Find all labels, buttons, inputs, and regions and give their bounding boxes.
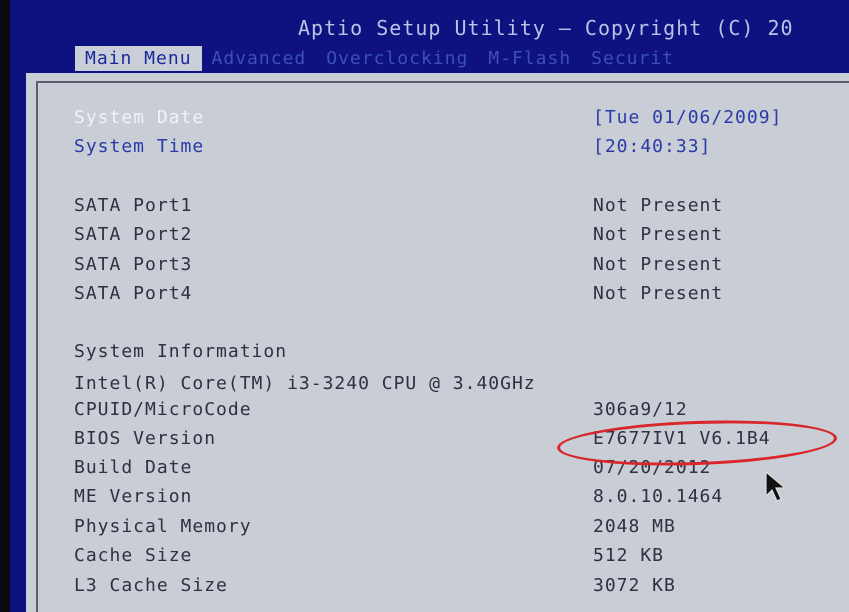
tab-bar: Main Menu Advanced Overclocking M-Flash … — [75, 44, 684, 72]
system-information-label: System Information — [74, 341, 288, 362]
system-information-row: System Information — [74, 341, 834, 369]
sata-port1-label: SATA Port1 — [74, 195, 193, 216]
sata-port4-label: SATA Port4 — [74, 283, 193, 304]
mouse-pointer-icon — [765, 470, 787, 502]
sata-port4-row: SATA Port4 Not Present — [74, 283, 834, 311]
sata-port2-label: SATA Port2 — [74, 224, 193, 245]
physical-memory-value: 2048 MB — [593, 516, 676, 537]
tab-m-flash[interactable]: M-Flash — [478, 46, 581, 71]
tab-security[interactable]: Securit — [581, 46, 684, 71]
sata-port3-value: Not Present — [593, 254, 724, 275]
sata-port3-label: SATA Port3 — [74, 254, 193, 275]
tab-overclocking[interactable]: Overclocking — [316, 46, 478, 71]
cache-size-row: Cache Size 512 KB — [74, 545, 834, 573]
cache-size-value: 512 KB — [593, 545, 665, 566]
sata-port4-value: Not Present — [593, 283, 724, 304]
l3-cache-size-label: L3 Cache Size — [74, 575, 228, 596]
system-date-label: System Date — [74, 107, 205, 128]
cache-size-label: Cache Size — [74, 545, 193, 566]
tab-advanced[interactable]: Advanced — [202, 46, 317, 71]
me-version-row: ME Version 8.0.10.1464 — [74, 486, 834, 514]
sata-port1-value: Not Present — [593, 195, 724, 216]
cpu-name: Intel(R) Core(TM) i3-3240 CPU @ 3.40GHz — [74, 373, 536, 394]
bios-version-label: BIOS Version — [74, 428, 217, 449]
sata-port3-row: SATA Port3 Not Present — [74, 254, 834, 282]
window-title: Aptio Setup Utility – Copyright (C) 20 — [298, 16, 794, 40]
me-version-value: 8.0.10.1464 — [593, 486, 724, 507]
l3-cache-size-row: L3 Cache Size 3072 KB — [74, 575, 834, 603]
system-time-label: System Time — [74, 136, 205, 157]
physical-memory-row: Physical Memory 2048 MB — [74, 516, 834, 544]
l3-cache-size-value: 3072 KB — [593, 575, 676, 596]
sata-port2-row: SATA Port2 Not Present — [74, 224, 834, 252]
cpuid-label: CPUID/MicroCode — [74, 399, 252, 420]
system-date-value[interactable]: [Tue 01/06/2009] — [593, 107, 782, 128]
sata-port2-value: Not Present — [593, 224, 724, 245]
system-time-value[interactable]: [20:40:33] — [593, 136, 711, 157]
physical-memory-label: Physical Memory — [74, 516, 252, 537]
system-time-row[interactable]: System Time [20:40:33] — [74, 136, 834, 164]
system-date-row[interactable]: System Date [Tue 01/06/2009] — [74, 107, 834, 135]
cpuid-value: 306a9/12 — [593, 399, 688, 420]
tab-main-menu[interactable]: Main Menu — [75, 45, 202, 71]
me-version-label: ME Version — [74, 486, 193, 507]
build-date-label: Build Date — [74, 457, 193, 478]
sata-port1-row: SATA Port1 Not Present — [74, 195, 834, 223]
